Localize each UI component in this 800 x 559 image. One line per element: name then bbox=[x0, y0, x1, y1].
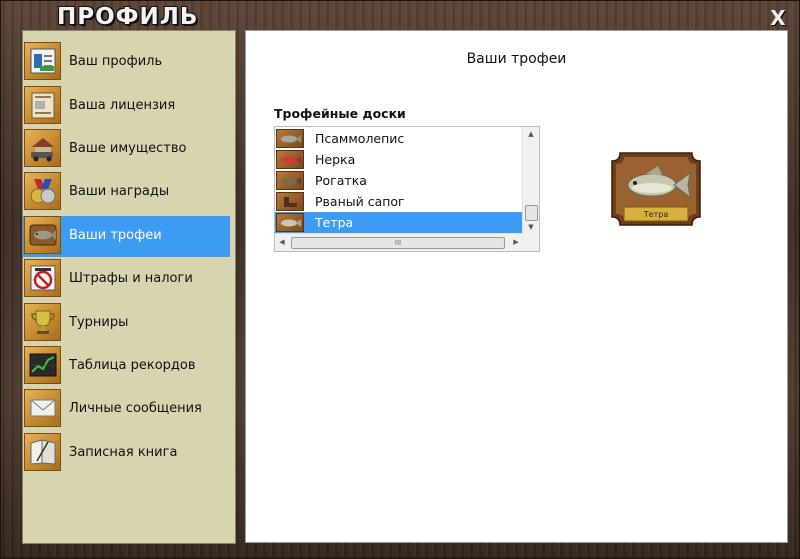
sidebar-item-property[interactable]: Ваше имущество bbox=[23, 129, 230, 170]
sidebar-item-trophies[interactable]: Ваши трофеи bbox=[23, 216, 230, 257]
fine-icon bbox=[24, 259, 61, 297]
scrollbar-corner bbox=[523, 234, 539, 251]
sidebar-item-label: Турниры bbox=[69, 315, 129, 330]
sidebar-item-awards[interactable]: Ваши награды bbox=[23, 172, 230, 213]
license-icon bbox=[24, 86, 61, 124]
envelope-icon bbox=[24, 389, 61, 427]
window-title: ПРОФИЛЬ bbox=[57, 4, 199, 30]
notebook-icon bbox=[24, 433, 61, 471]
scroll-right-icon[interactable]: ▶ bbox=[509, 234, 523, 251]
list-item-label: Рваный сапог bbox=[315, 194, 405, 209]
vertical-scroll-thumb[interactable] bbox=[525, 205, 538, 221]
list-item-label: Тетра bbox=[315, 215, 354, 230]
sidebar-item-license[interactable]: Ваша лицензия bbox=[23, 86, 230, 127]
cup-icon bbox=[24, 303, 61, 341]
sidebar-item-label: Ваш профиль bbox=[69, 54, 163, 69]
sidebar-item-tournaments[interactable]: Турниры bbox=[23, 303, 230, 344]
sidebar-item-label: Штрафы и налоги bbox=[69, 271, 193, 286]
trophy-boards-heading: Трофейные доски bbox=[274, 106, 406, 121]
horizontal-scrollbar[interactable]: ◀ III ▶ bbox=[275, 233, 523, 251]
boot-icon bbox=[276, 192, 304, 211]
trophy-fish-icon bbox=[276, 129, 304, 148]
list-item[interactable]: Рогатка bbox=[275, 170, 523, 191]
sidebar-item-messages[interactable]: Личные сообщения bbox=[23, 389, 230, 430]
scroll-up-icon[interactable]: ▲ bbox=[523, 127, 539, 141]
page-title: Ваши трофеи bbox=[466, 51, 567, 67]
sidebar-item-label: Ваша лицензия bbox=[69, 98, 176, 113]
main-panel: Ваши трофеи Трофейные доски Псаммолепис … bbox=[245, 30, 788, 543]
list-item[interactable]: Нерка bbox=[275, 149, 523, 170]
trophy-fish-icon bbox=[276, 171, 304, 190]
scroll-down-icon[interactable]: ▼ bbox=[523, 220, 539, 234]
sidebar-item-label: Таблица рекордов bbox=[69, 358, 196, 373]
trophy-fish-icon bbox=[24, 216, 61, 254]
list-item-label: Рогатка bbox=[315, 173, 367, 188]
sidebar: Ваш профиль Ваша лицензия Ваше имущество… bbox=[22, 30, 236, 544]
trophy-fish-icon bbox=[276, 213, 304, 232]
trophy-boards-list[interactable]: Псаммолепис Нерка Рогатка Рваный сапог Т… bbox=[274, 126, 540, 252]
sidebar-item-label: Записная книга bbox=[69, 445, 178, 460]
list-item[interactable]: Рваный сапог bbox=[275, 191, 523, 212]
chart-icon bbox=[24, 346, 61, 384]
medal-icon bbox=[24, 172, 61, 210]
sidebar-item-profile[interactable]: Ваш профиль bbox=[23, 42, 230, 83]
sidebar-item-label: Ваше имущество bbox=[69, 141, 187, 156]
sidebar-item-notebook[interactable]: Записная книга bbox=[23, 433, 230, 474]
trophy-plaque: Тетра bbox=[610, 151, 702, 227]
profile-icon bbox=[24, 42, 61, 80]
vertical-scrollbar[interactable]: ▲ ▼ bbox=[522, 127, 539, 234]
sidebar-item-label: Ваши трофеи bbox=[69, 228, 162, 243]
property-icon bbox=[24, 129, 61, 167]
sidebar-item-fines[interactable]: Штрафы и налоги bbox=[23, 259, 230, 300]
list-item[interactable]: Псаммолепис bbox=[275, 128, 523, 149]
scroll-left-icon[interactable]: ◀ bbox=[275, 234, 289, 251]
close-button[interactable]: X bbox=[768, 8, 788, 28]
list-item-label: Псаммолепис bbox=[315, 131, 405, 146]
sidebar-item-records[interactable]: Таблица рекордов bbox=[23, 346, 230, 387]
sidebar-item-label: Ваши награды bbox=[69, 184, 170, 199]
trophy-fish-icon bbox=[276, 150, 304, 169]
sidebar-item-label: Личные сообщения bbox=[69, 401, 202, 416]
horizontal-scroll-thumb[interactable]: III bbox=[291, 237, 505, 249]
trophy-plaque-label: Тетра bbox=[643, 210, 669, 219]
list-item[interactable]: Тетра bbox=[275, 212, 523, 233]
list-item-label: Нерка bbox=[315, 152, 356, 167]
